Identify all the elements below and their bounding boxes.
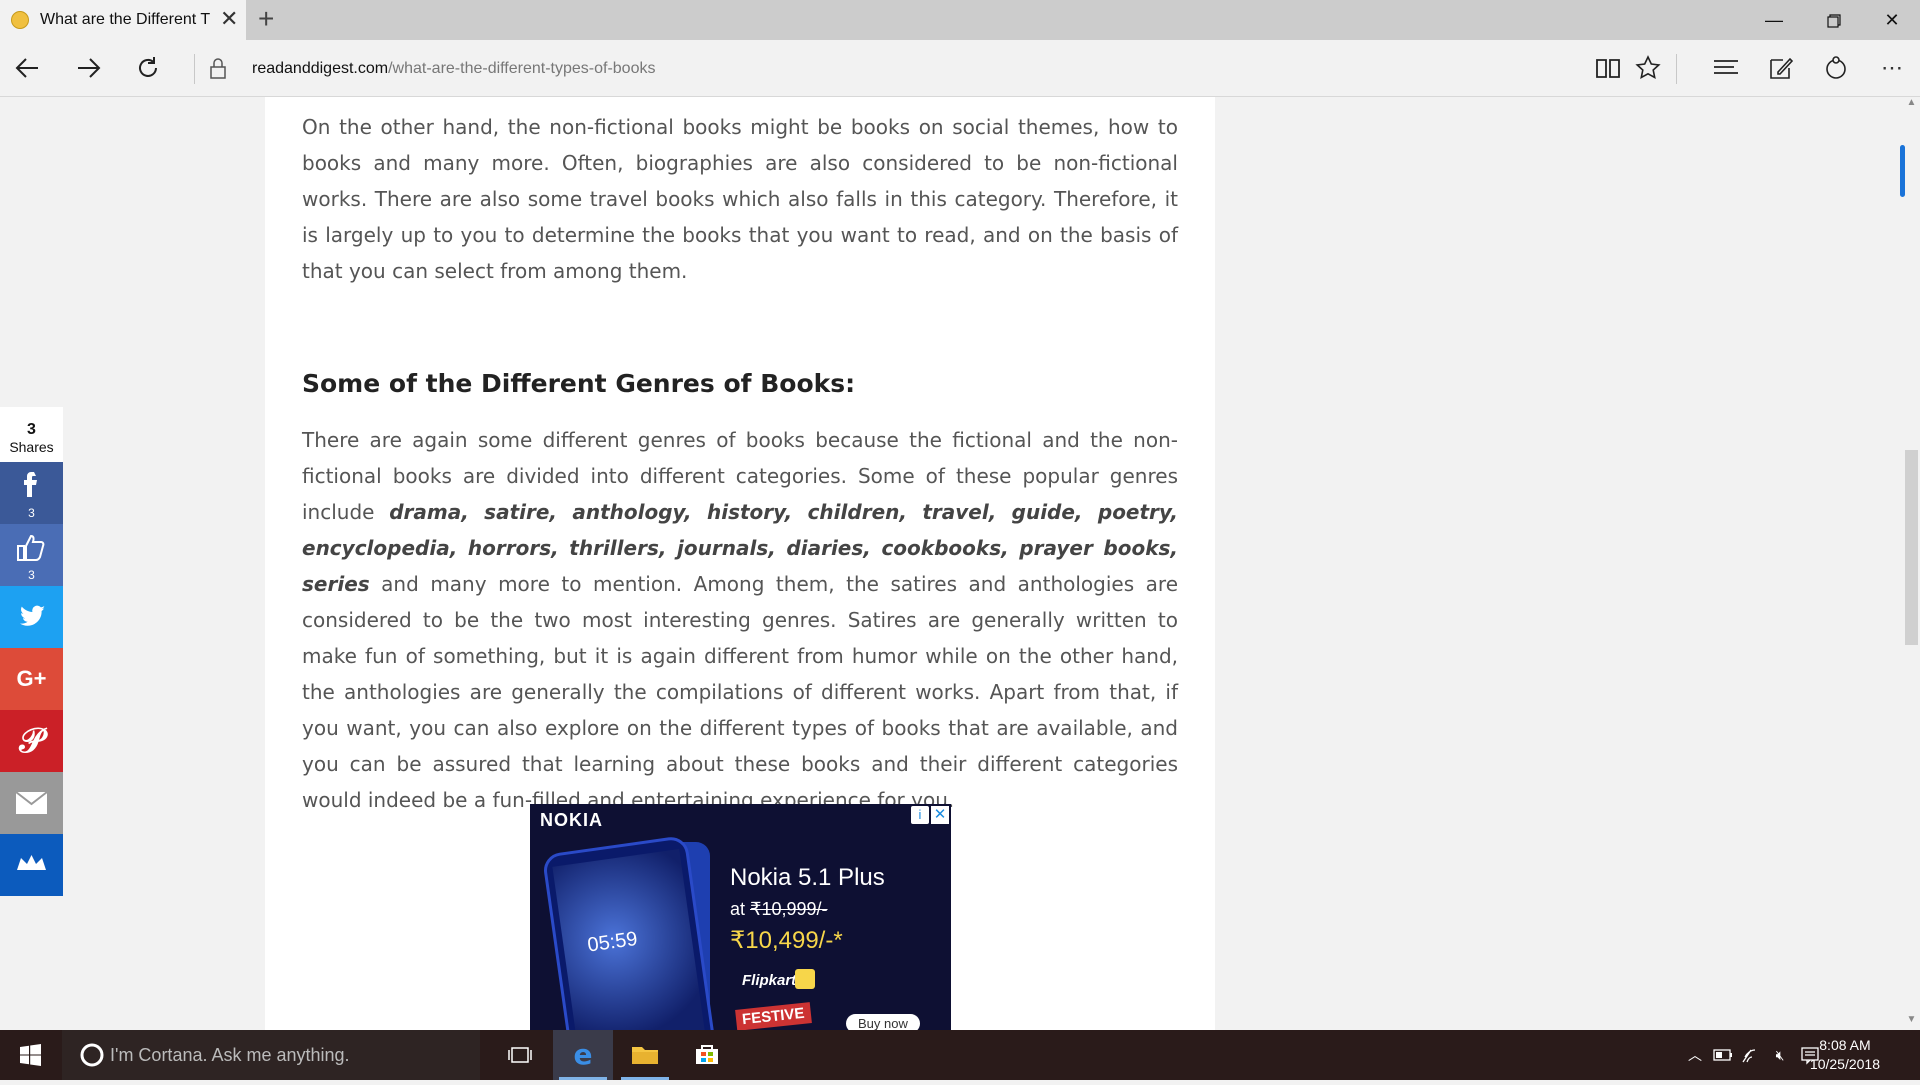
start-button[interactable] [0, 1030, 60, 1080]
like-button[interactable]: 3 [0, 524, 63, 586]
show-hidden-icons-chevron-icon[interactable]: ︿ [1679, 1030, 1711, 1080]
back-icon[interactable] [8, 48, 48, 88]
store-icon[interactable] [677, 1030, 737, 1080]
share-icon[interactable] [1818, 50, 1854, 86]
ad-store-name: Flipkart [742, 972, 797, 989]
tab-title: What are the Different T [40, 11, 211, 28]
crown-icon [17, 855, 46, 870]
page-viewport: On the other hand, the non-fictional boo… [0, 97, 1903, 1030]
clock-time: 8:08 AM [1819, 1037, 1871, 1053]
cortana-icon [80, 1043, 104, 1067]
ad-model-name: Nokia 5.1 Plus [730, 864, 885, 891]
ad-festive-badge: FESTIVE [735, 1002, 812, 1030]
cortana-search-box[interactable]: I'm Cortana. Ask me anything. [62, 1030, 480, 1080]
browser-tab[interactable]: What are the Different T ✕ [0, 0, 246, 40]
scroll-down-icon[interactable]: ▼ [1903, 1014, 1920, 1028]
url-host: readanddigest.com [252, 60, 389, 77]
reading-view-icon[interactable] [1590, 50, 1626, 86]
ad-brand-logo: NOKIA [540, 810, 603, 830]
edge-taskbar-icon[interactable]: e [553, 1030, 613, 1080]
share-label: Shares [9, 439, 54, 455]
minimize-button[interactable]: — [1746, 0, 1802, 40]
title-bar: What are the Different T ✕ + — ✕ [0, 0, 1920, 40]
advertisement-banner[interactable]: NOKIA i ✕ 05:59 Nokia 5.1 Plus at ₹10,99… [530, 804, 951, 1030]
paragraph: On the other hand, the non-fictional boo… [302, 115, 1178, 283]
more-icon[interactable]: ⋯ [1874, 50, 1910, 86]
paragraph: There are again some different genres of… [302, 422, 1178, 818]
share-count: 3 [27, 421, 36, 438]
ad-info-icon[interactable]: i [911, 806, 929, 824]
google-plus-icon: G+ [16, 666, 47, 691]
email-share-button[interactable] [0, 772, 63, 834]
web-note-icon[interactable] [1763, 50, 1799, 86]
clock-date: 10/25/2018 [1809, 1056, 1880, 1072]
taskbar: I'm Cortana. Ask me anything. e ︿ 🔇︎ 8:0… [0, 1030, 1920, 1080]
section-heading: Some of the Different Genres of Books: [302, 369, 856, 398]
site-favicon-icon [11, 11, 29, 29]
refresh-icon[interactable] [128, 48, 168, 88]
google-plus-share-button[interactable]: G+ [0, 648, 63, 710]
favorite-star-icon[interactable] [1630, 50, 1666, 86]
thumbs-up-icon [17, 534, 45, 561]
twitter-share-button[interactable] [0, 586, 63, 648]
twitter-icon [20, 605, 45, 626]
scroll-up-icon[interactable]: ▲ [1903, 97, 1920, 111]
article-content: On the other hand, the non-fictional boo… [265, 97, 1215, 1030]
system-clock[interactable]: 8:08 AM 10/25/2018 [1810, 1036, 1880, 1074]
restore-button[interactable] [1806, 0, 1862, 40]
ad-new-price: ₹10,499/-* [730, 927, 843, 954]
share-counter: 3 Shares [0, 407, 63, 462]
cortana-placeholder: I'm Cortana. Ask me anything. [110, 1045, 350, 1065]
pinterest-share-button[interactable]: 𝒫 [0, 710, 63, 772]
hub-icon[interactable] [1708, 50, 1744, 86]
scrollbar-thumb[interactable] [1905, 450, 1918, 645]
pinterest-icon: 𝒫 [19, 721, 44, 761]
address-toolbar: readanddigest.com/what-are-the-different… [0, 40, 1920, 97]
close-window-button[interactable]: ✕ [1864, 0, 1920, 40]
ad-at-text: at [730, 899, 746, 919]
wifi-icon[interactable] [1737, 1030, 1767, 1080]
task-view-icon[interactable] [490, 1030, 550, 1080]
new-tab-icon[interactable]: + [258, 4, 274, 34]
lock-icon[interactable] [198, 48, 238, 88]
like-count: 3 [28, 568, 35, 582]
facebook-icon [24, 472, 37, 497]
ad-buy-button[interactable]: Buy now [846, 1014, 920, 1030]
ad-close-icon[interactable]: ✕ [931, 806, 949, 824]
ad-old-price: ₹10,999/- [750, 899, 828, 919]
address-bar[interactable]: readanddigest.com/what-are-the-different… [252, 60, 655, 78]
url-path: /what-are-the-different-types-of-books [388, 60, 656, 77]
file-explorer-icon[interactable] [615, 1030, 675, 1080]
ad-price-old: at ₹10,999/- [730, 899, 828, 920]
phone-image: 05:59 [541, 834, 717, 1030]
sumo-share-button[interactable] [0, 834, 63, 896]
volume-muted-icon[interactable]: 🔇︎ [1767, 1030, 1793, 1080]
battery-icon[interactable] [1709, 1030, 1737, 1080]
facebook-share-button[interactable]: 3 [0, 462, 63, 524]
tab-close-icon[interactable]: ✕ [220, 8, 238, 30]
windows-logo-icon [20, 1044, 41, 1066]
flipkart-icon [795, 969, 815, 989]
scroll-position-marker [1900, 145, 1905, 197]
facebook-count: 3 [28, 506, 35, 520]
paragraph-text: and many more to mention. Among them, th… [302, 572, 1178, 812]
forward-icon[interactable] [68, 48, 108, 88]
divider [194, 54, 195, 84]
divider [1676, 54, 1677, 84]
svg-text:e: e [574, 1038, 593, 1071]
